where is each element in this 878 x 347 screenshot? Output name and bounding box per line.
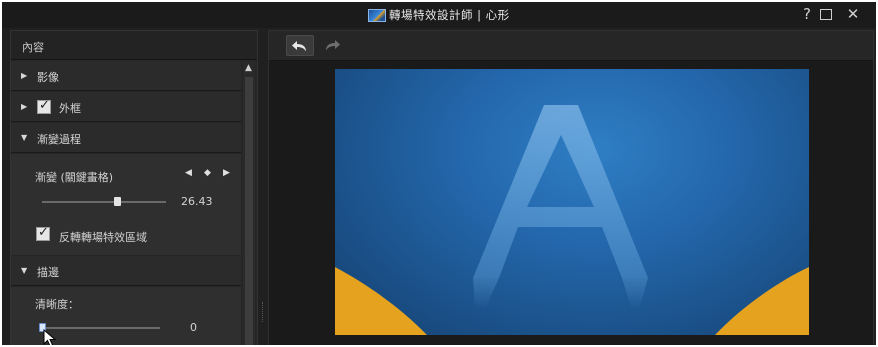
transition-designer-window: 轉場特效設計師 | 心形 ? ✕ 內容 ▶ 影像 ▶ ✓ 外框 ▼ 漸變過程 漸… (2, 2, 876, 345)
panel-scrollbar[interactable]: ▲ (243, 61, 255, 345)
preview-toolbar (269, 31, 873, 61)
collapse-arrow-icon[interactable]: ▼ (21, 133, 27, 142)
maximize-button[interactable] (820, 9, 832, 20)
prev-keyframe-icon[interactable]: ◀ (185, 168, 192, 178)
mouse-cursor-icon (43, 329, 57, 345)
panel-header: 內容 (11, 31, 257, 60)
help-button[interactable]: ? (798, 5, 816, 23)
expand-arrow-icon[interactable]: ▶ (21, 102, 27, 111)
preview-graphic (335, 105, 809, 335)
add-keyframe-icon[interactable]: ◆ (204, 168, 211, 178)
undo-icon (292, 41, 306, 52)
section-image[interactable]: ▶ 影像 (11, 61, 241, 91)
keyframe-label: 漸變 (關鍵畫格) (35, 171, 114, 184)
frame-checkbox[interactable]: ✓ (37, 98, 51, 114)
expand-arrow-icon[interactable]: ▶ (21, 71, 27, 80)
checkmark-icon: ✓ (38, 225, 49, 240)
title-wrap: 轉場特效設計師 | 心形 (368, 6, 510, 24)
close-button[interactable]: ✕ (844, 5, 862, 23)
invert-label: 反轉轉場特效區域 (59, 231, 147, 244)
section-frame[interactable]: ▶ ✓ 外框 (11, 92, 241, 122)
transition-settings: 漸變 (關鍵畫格) ◀ ◆ ▶ 26.43 ✓ 反轉轉場特效區域 (11, 154, 241, 255)
scrollbar-thumb[interactable] (245, 77, 253, 345)
transition-slider-thumb[interactable] (114, 197, 121, 206)
section-edge-label: 描邊 (37, 266, 59, 279)
section-edge[interactable]: ▼ 描邊 (11, 256, 241, 286)
collapse-arrow-icon[interactable]: ▼ (21, 266, 27, 275)
transition-value: 26.43 (181, 195, 213, 208)
left-corner-shape (335, 267, 427, 335)
redo-button[interactable] (318, 35, 346, 56)
section-image-label: 影像 (37, 71, 59, 84)
section-transition-label: 漸變過程 (37, 133, 81, 146)
edge-settings: 清晰度： 0 (11, 287, 241, 345)
right-corner-shape (715, 267, 809, 335)
app-logo-icon (368, 8, 386, 22)
checkmark-icon: ✓ (39, 98, 50, 113)
invert-checkbox[interactable]: ✓ (36, 225, 50, 241)
panel-splitter[interactable] (262, 302, 265, 322)
preview-pane (268, 30, 874, 345)
next-keyframe-icon[interactable]: ▶ (223, 168, 230, 178)
preview-canvas (335, 69, 809, 335)
section-frame-label: 外框 (59, 102, 81, 115)
section-transition[interactable]: ▼ 漸變過程 (11, 123, 241, 153)
scroll-up-arrow-icon[interactable]: ▲ (245, 63, 252, 73)
undo-button[interactable] (286, 35, 314, 56)
sharpness-slider-track[interactable] (42, 327, 160, 329)
panel-title: 內容 (22, 41, 44, 54)
title-bar: 轉場特效設計師 | 心形 ? ✕ (2, 2, 876, 28)
letter-a-reflection (473, 278, 648, 309)
letter-a-graphic (473, 105, 648, 278)
transition-slider-track[interactable] (42, 201, 166, 203)
window-title: 轉場特效設計師 | 心形 (389, 8, 510, 22)
sharpness-label: 清晰度： (35, 298, 79, 311)
properties-panel: 內容 ▶ 影像 ▶ ✓ 外框 ▼ 漸變過程 漸變 (關鍵畫格) ◀ ◆ ▶ 26… (10, 30, 258, 345)
redo-icon (326, 40, 340, 51)
sharpness-value: 0 (190, 321, 197, 334)
